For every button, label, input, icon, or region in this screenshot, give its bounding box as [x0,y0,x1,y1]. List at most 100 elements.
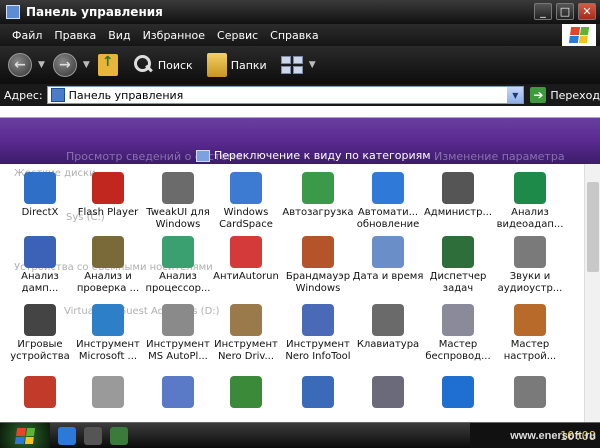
control-panel-item[interactable]: Диспетчер задач [422,236,494,295]
control-panel-item-label: Мастер беспровод... [425,339,491,362]
control-panel-item[interactable]: Звуки и аудиоустр... [494,236,566,295]
update-icon [372,172,404,204]
quicklaunch-ie-icon[interactable] [58,426,76,445]
window-title: Панель управления [26,5,163,19]
up-button[interactable] [97,54,118,76]
menu-favorites[interactable]: Избранное [137,29,211,42]
forward-button[interactable]: → [52,53,77,77]
control-panel-item[interactable]: Инструмент Nero InfoTool [282,304,354,363]
control-panel-item[interactable] [494,376,566,411]
control-panel-item[interactable]: Брандмауэр Windows [282,236,354,295]
control-panel-item-label: Flash Player [77,207,139,218]
switch-category-view-link[interactable]: Переключение к виду по категориям [196,149,431,162]
control-panel-item-label: Игровые устройства [10,339,70,362]
control-panel-item-label: Автозагрузка [282,207,354,218]
nero-drive-icon [230,304,262,336]
minimize-button[interactable]: _ [534,3,552,20]
start-button[interactable] [0,422,50,448]
mouse-icon [92,376,124,408]
address-bar: Адрес: Панель управления ▼ ➔ Переход [0,84,600,106]
scrollbar-thumb[interactable] [587,182,599,272]
ms-tool-icon [92,304,124,336]
disk-check-icon [92,236,124,268]
control-panel-item[interactable] [352,376,424,411]
control-panel-item[interactable]: TweakUI для Windows [142,172,214,231]
address-dropdown-icon[interactable]: ▼ [507,87,524,103]
address-value: Панель управления [68,88,184,102]
close-button[interactable]: ✕ [578,3,596,20]
maximize-button[interactable]: □ [556,3,574,20]
forward-dropdown-icon[interactable]: ▼ [83,60,90,70]
control-panel-item[interactable]: Дата и время [352,236,424,283]
views-button[interactable]: ▼ [280,56,324,74]
system-icon [514,376,546,408]
control-panel-item-label: Дата и время [352,271,424,282]
control-panel-item[interactable]: Windows CardSpace [210,172,282,231]
folders-button[interactable]: Папки [206,53,267,77]
control-panel-icon [6,5,20,19]
control-panel-item[interactable]: Автозагрузка [282,172,354,219]
dump-analysis-icon [24,236,56,268]
firewall-icon [302,236,334,268]
control-panel-item[interactable]: Анализ дамп... [4,236,76,295]
control-panel-item[interactable] [422,376,494,411]
clock-icon [372,236,404,268]
search-button[interactable]: Поиск [132,54,193,76]
control-panel-item-label: Клавиатура [356,339,420,350]
admin-tools-icon [442,172,474,204]
menu-file[interactable]: Файл [6,29,48,42]
control-panel-item[interactable] [282,376,354,411]
control-panel-item[interactable]: Анализ видеоадап... [494,172,566,231]
quicklaunch-desktop-icon[interactable] [84,426,102,445]
tweakui-icon [162,172,194,204]
control-panel-item[interactable]: Анализ и проверка ... [72,236,144,295]
control-panel-item[interactable]: Администр... [422,172,494,219]
control-panel-item[interactable]: Клавиатура [352,304,424,351]
control-panel-item[interactable]: АнтиAutorun [210,236,282,283]
control-panel-item-label: Администр... [423,207,493,218]
control-panel-item[interactable]: Мастер беспровод... [422,304,494,363]
control-panel-item-label: Инструмент MS AutoPl... [146,339,210,362]
ie-icon [442,376,474,408]
menu-tools[interactable]: Сервис [211,29,264,42]
address-label: Адрес: [4,88,43,102]
go-button[interactable]: ➔ Переход [530,87,600,103]
control-panel-item[interactable]: Инструмент MS AutoPl... [142,304,214,363]
address-input[interactable]: Панель управления ▼ [46,86,525,104]
control-panel-item[interactable] [142,376,214,411]
menu-edit[interactable]: Правка [48,29,102,42]
menu-help[interactable]: Справка [264,29,324,42]
wireless-icon [442,304,474,336]
category-view-icon [196,149,210,162]
title-bar: Панель управления _ □ ✕ [0,0,600,24]
search-icon [132,54,154,76]
control-panel-item-label: Звуки и аудиоустр... [497,271,563,294]
menu-view[interactable]: Вид [102,29,136,42]
go-label: Переход [550,88,600,102]
nero-info-icon [302,304,334,336]
back-button[interactable]: ← [8,53,32,77]
control-panel-item-label: Автомати... обновление [356,207,420,230]
control-panel-item[interactable] [210,376,282,411]
cardspace-icon [230,172,262,204]
vertical-scrollbar[interactable] [584,164,600,422]
windows-logo [562,24,596,46]
control-panel-item[interactable]: DirectX [4,172,76,219]
control-panel-item[interactable]: Инструмент Microsoft ... [72,304,144,363]
control-panel-item-label: Инструмент Nero Driv... [214,339,278,362]
control-panel-item[interactable] [4,376,76,411]
views-dropdown-icon[interactable]: ▼ [309,60,316,70]
control-panel-item[interactable]: Инструмент Nero Driv... [210,304,282,363]
control-panel-item[interactable]: Анализ процессор... [142,236,214,295]
control-panel-item[interactable] [72,376,144,411]
control-panel-item-label: TweakUI для Windows [146,207,210,230]
control-panel-item[interactable]: Flash Player [72,172,144,219]
quicklaunch-media-icon[interactable] [110,426,128,445]
control-panel-item[interactable]: Автомати... обновление [352,172,424,231]
control-panel-item[interactable]: Мастер настрой... [494,304,566,363]
ghost-task-change-setting: Изменение параметра [434,150,565,163]
control-panel-item-label: DirectX [21,207,59,218]
control-panel-item[interactable]: Игровые устройства [4,304,76,363]
back-dropdown-icon[interactable]: ▼ [38,60,45,70]
control-panel-item-label: Мастер настрой... [503,339,557,362]
